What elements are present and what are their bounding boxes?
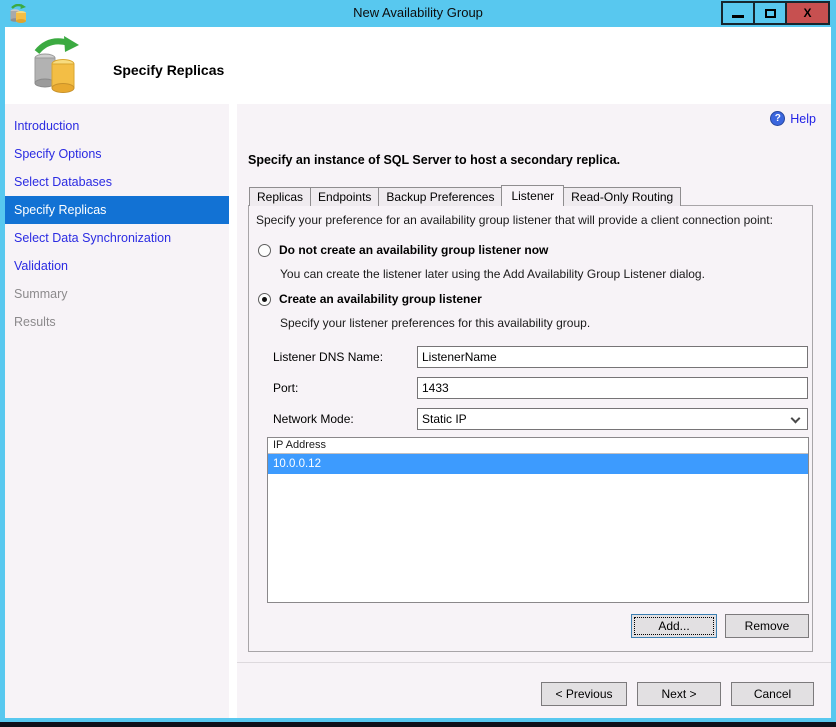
- maximize-icon: [764, 8, 776, 18]
- close-button[interactable]: X: [785, 1, 830, 25]
- titlebar[interactable]: New Availability Group X: [0, 0, 836, 27]
- radio-no-listener[interactable]: Do not create an availability group list…: [258, 243, 548, 257]
- sidebar-item-select-databases[interactable]: Select Databases: [5, 168, 229, 196]
- cancel-button[interactable]: Cancel: [731, 682, 814, 706]
- radio-no-listener-description: You can create the listener later using …: [280, 267, 705, 281]
- sidebar-item-results: Results: [14, 315, 56, 329]
- sidebar-item-summary: Summary: [14, 287, 68, 301]
- minimize-icon: [732, 15, 744, 18]
- ip-address-row[interactable]: 10.0.0.12: [268, 454, 808, 474]
- tab-read-only-routing[interactable]: Read-Only Routing: [563, 187, 682, 206]
- tab-replicas[interactable]: Replicas: [249, 187, 312, 206]
- close-icon: X: [803, 6, 812, 20]
- help-icon: ?: [770, 111, 786, 126]
- page-title: Specify Replicas: [113, 62, 225, 78]
- replicas-database-icon: [34, 36, 79, 93]
- radio-checked-icon[interactable]: [258, 292, 271, 306]
- sidebar-item-introduction[interactable]: Introduction: [5, 112, 229, 140]
- radio-create-listener-description: Specify your listener preferences for th…: [280, 316, 591, 330]
- listener-tab-page: Specify your preference for an availabil…: [248, 205, 813, 652]
- dns-name-label: Listener DNS Name:: [273, 350, 384, 364]
- help-label: Help: [790, 111, 816, 126]
- sidebar-item-specify-replicas[interactable]: Specify Replicas: [5, 196, 229, 224]
- window-bottom-edge: [0, 722, 836, 727]
- network-mode-label: Network Mode:: [273, 412, 354, 426]
- wizard-steps-sidebar: Introduction Specify Options Select Data…: [5, 104, 229, 718]
- port-input[interactable]: [417, 377, 808, 399]
- sidebar-panel-divider: [229, 104, 237, 718]
- window-title: New Availability Group: [353, 5, 483, 20]
- sidebar-item-select-data-synchronization[interactable]: Select Data Synchronization: [5, 224, 229, 252]
- tab-listener[interactable]: Listener: [501, 185, 565, 206]
- replica-tabs: Replicas Endpoints Backup Preferences Li…: [249, 185, 682, 206]
- help-link[interactable]: ? Help: [770, 111, 816, 126]
- next-button[interactable]: Next >: [637, 682, 721, 706]
- port-label: Port:: [273, 381, 299, 395]
- remove-button[interactable]: Remove: [725, 614, 809, 638]
- wizard-header: Specify Replicas: [5, 27, 831, 104]
- network-mode-dropdown[interactable]: Static IP: [417, 408, 808, 430]
- sidebar-item-validation[interactable]: Validation: [5, 252, 229, 280]
- previous-button[interactable]: < Previous: [541, 682, 627, 706]
- radio-no-listener-label: Do not create an availability group list…: [279, 243, 549, 257]
- dns-name-input[interactable]: [417, 346, 808, 368]
- ip-address-list[interactable]: IP Address 10.0.0.12: [267, 437, 809, 603]
- tab-endpoints[interactable]: Endpoints: [310, 187, 380, 206]
- radio-unchecked-icon[interactable]: [258, 243, 271, 257]
- add-button[interactable]: Add...: [631, 614, 717, 638]
- new-availability-group-window: New Availability Group X Specify Replica…: [0, 0, 836, 727]
- radio-create-listener-label: Create an availability group listener: [279, 292, 482, 306]
- listener-preference-text: Specify your preference for an availabil…: [256, 213, 773, 227]
- panel-instruction: Specify an instance of SQL Server to hos…: [248, 153, 621, 167]
- minimize-button[interactable]: [721, 1, 755, 25]
- ip-address-column-header: IP Address: [268, 438, 808, 454]
- maximize-button[interactable]: [753, 1, 787, 25]
- radio-create-listener[interactable]: Create an availability group listener: [258, 292, 482, 306]
- main-panel: ? Help Specify an instance of SQL Server…: [237, 104, 831, 718]
- sidebar-item-specify-options[interactable]: Specify Options: [5, 140, 229, 168]
- window-controls: X: [721, 1, 830, 25]
- footer-divider: [237, 662, 831, 663]
- tab-backup-preferences[interactable]: Backup Preferences: [378, 187, 503, 206]
- chevron-down-icon: [790, 413, 801, 424]
- network-mode-value: Static IP: [422, 412, 467, 426]
